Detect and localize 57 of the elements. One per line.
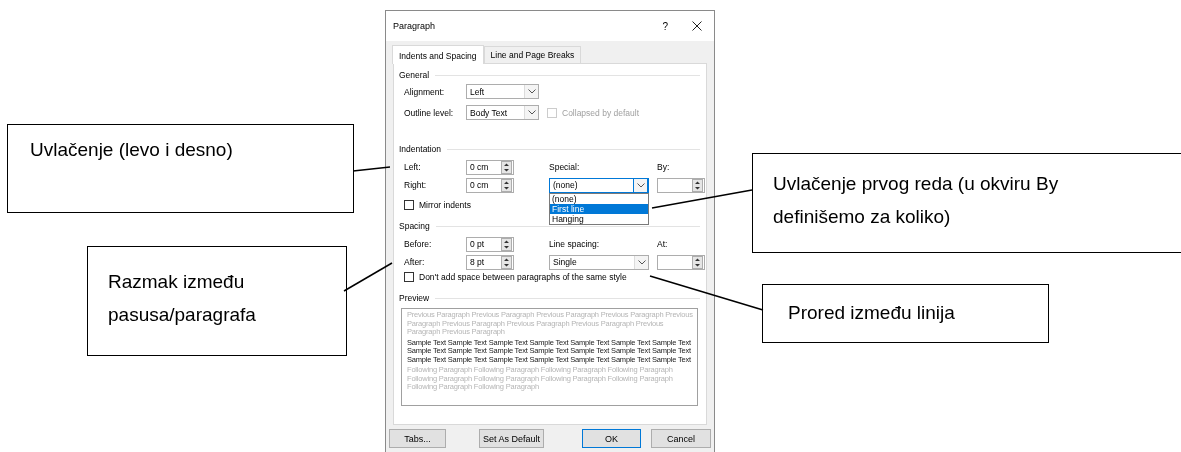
section-heading: Preview bbox=[399, 293, 430, 303]
chevron-down-icon bbox=[637, 259, 646, 265]
checkbox[interactable] bbox=[404, 272, 414, 282]
checkbox-label: Collapsed by default bbox=[562, 107, 640, 118]
field-label: Outline level: bbox=[404, 107, 455, 118]
spin-arrows-icon[interactable] bbox=[501, 178, 512, 192]
field-label: Left: bbox=[404, 162, 422, 172]
spin-field[interactable]: 0 cm bbox=[466, 177, 514, 193]
checkbox-label: Mirror indents bbox=[419, 200, 471, 210]
spin-field[interactable]: 0 cm bbox=[466, 159, 514, 175]
help-button[interactable]: ? bbox=[662, 20, 668, 32]
spin-field[interactable]: 8 pt bbox=[466, 254, 514, 270]
leader-line bbox=[352, 166, 391, 172]
spin-arrows-icon[interactable] bbox=[692, 255, 703, 269]
spin-arrows-icon[interactable] bbox=[501, 160, 512, 174]
close-icon[interactable] bbox=[692, 21, 702, 31]
section-heading: Spacing bbox=[399, 221, 430, 231]
dialog-button[interactable]: OK bbox=[582, 429, 641, 448]
spin-field[interactable] bbox=[657, 177, 705, 193]
spin-arrows-icon[interactable] bbox=[501, 237, 512, 251]
dropdown[interactable]: Body Text bbox=[466, 105, 539, 120]
checkbox[interactable] bbox=[404, 200, 414, 210]
chevron-down-icon bbox=[527, 110, 536, 115]
spin-arrows-icon[interactable] bbox=[501, 255, 512, 269]
checkbox-label: Don't add space between paragraphs of the same style bbox=[419, 272, 627, 282]
section-heading: General bbox=[399, 70, 430, 80]
chevron-down-icon bbox=[636, 182, 645, 188]
field-label: After: bbox=[404, 257, 426, 267]
field-label: By: bbox=[657, 162, 671, 172]
callout-box: Uvlačenje (levo i desno) bbox=[7, 124, 354, 213]
dropdown-option[interactable]: (none) bbox=[550, 193, 648, 204]
field-label: Before: bbox=[404, 239, 433, 249]
callout-box: Prored između linija bbox=[762, 284, 1049, 343]
field-label: Alignment: bbox=[404, 86, 446, 97]
field-label: Special: bbox=[549, 162, 581, 172]
callout-box: Razmak između pasusa/paragrafa bbox=[87, 246, 347, 356]
chevron-down-icon bbox=[527, 89, 536, 94]
spin-field[interactable] bbox=[657, 254, 705, 270]
leader-line bbox=[343, 262, 393, 292]
dropdown[interactable]: Left bbox=[466, 84, 539, 99]
dropdown[interactable]: Single bbox=[549, 254, 649, 270]
field-label: Line spacing: bbox=[549, 239, 601, 249]
dropdown-option[interactable]: Hanging bbox=[550, 213, 648, 224]
dialog-button[interactable]: Set As Default bbox=[479, 429, 544, 448]
dialog-button[interactable]: Cancel bbox=[651, 429, 711, 448]
window-title: Paragraph bbox=[393, 21, 437, 31]
callout-box: Uvlačenje prvog reda (u okviru By definišemo za koliko) bbox=[752, 153, 1181, 253]
field-label: Right: bbox=[404, 180, 428, 190]
spin-arrows-icon[interactable] bbox=[692, 178, 703, 192]
tab[interactable]: Line and Page Breaks bbox=[483, 46, 582, 63]
section-heading: Indentation bbox=[399, 144, 442, 154]
spin-field[interactable]: 0 pt bbox=[466, 236, 514, 252]
field-label: At: bbox=[657, 239, 669, 249]
dropdown-option[interactable]: First line bbox=[550, 203, 648, 214]
dropdown[interactable]: (none) bbox=[549, 177, 649, 193]
tab[interactable]: Indents and Spacing bbox=[392, 45, 484, 64]
dialog-button[interactable]: Tabs... bbox=[389, 429, 446, 448]
